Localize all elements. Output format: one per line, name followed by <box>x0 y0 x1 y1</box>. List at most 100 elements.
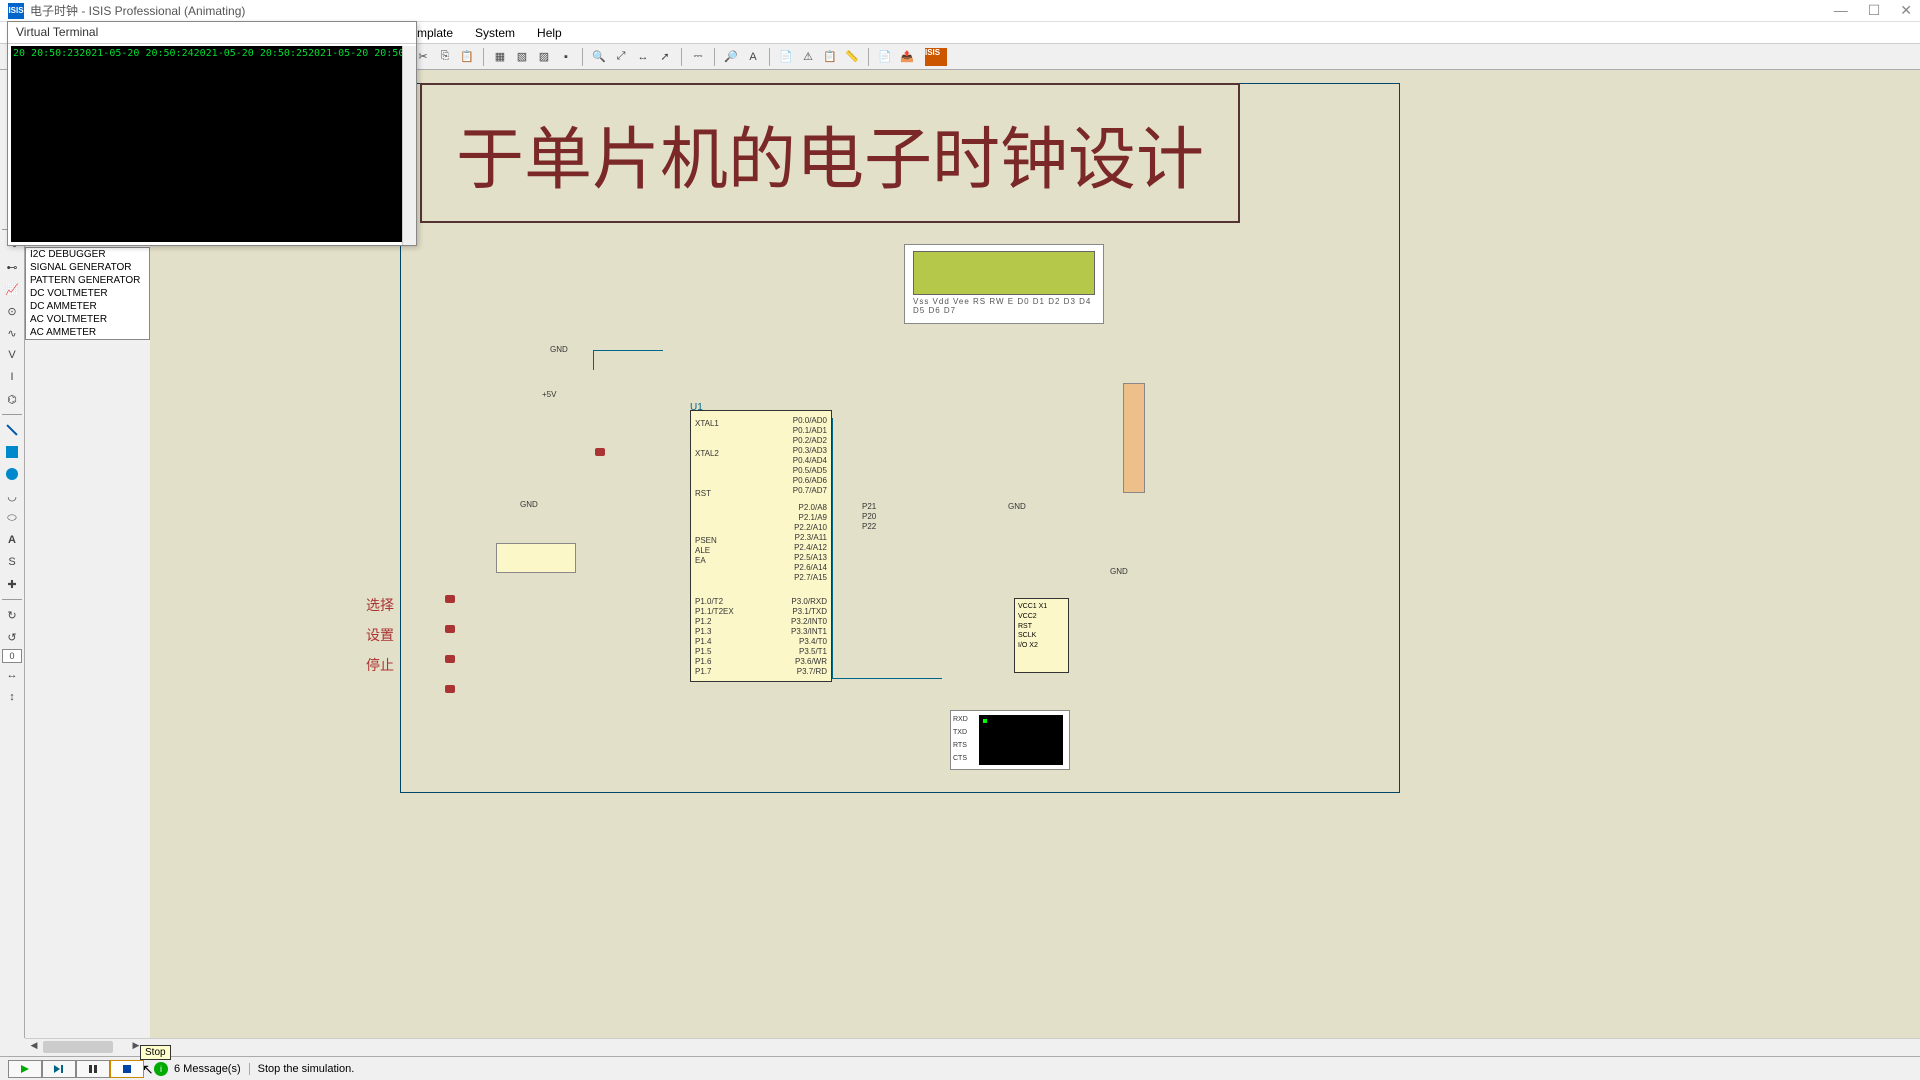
step-button[interactable] <box>42 1060 76 1078</box>
wire <box>593 350 663 351</box>
virtual-terminal-window[interactable]: Virtual Terminal 20 20:50:232021-05-20 2… <box>7 21 417 246</box>
pin-label: P3.3/INT1 <box>791 627 827 636</box>
pan-icon[interactable]: ↔ <box>633 47 653 67</box>
button-label-set: 设置 <box>366 625 394 645</box>
rotate-cw-icon[interactable]: ↻ <box>1 605 23 625</box>
pin-label: P3.0/RXD <box>791 597 827 606</box>
zoom-extents-icon[interactable]: ⤢ <box>611 47 631 67</box>
pushbutton[interactable] <box>445 595 455 603</box>
pin-label: EA <box>695 556 706 565</box>
list-item[interactable]: PATTERN GENERATOR <box>26 274 149 287</box>
list-item[interactable]: AC AMMETER <box>26 326 149 339</box>
pin-label: P3.7/RD <box>797 667 827 676</box>
report-icon[interactable]: 📄 <box>875 47 895 67</box>
message-count[interactable]: 6 Message(s) <box>174 1063 241 1075</box>
minimize-button[interactable]: — <box>1834 2 1848 19</box>
scroll-left-icon[interactable]: ◀ <box>27 1040 41 1054</box>
play-button[interactable] <box>8 1060 42 1078</box>
serial-terminal[interactable]: RXD TXD RTS CTS <box>950 710 1070 770</box>
p22-label: P22 <box>862 522 876 531</box>
mcu-chip[interactable]: XTAL1 XTAL2 RST PSEN ALE EA P1.0/T2 P1.1… <box>690 410 832 682</box>
export-icon[interactable]: 📤 <box>897 47 917 67</box>
menu-help[interactable]: Help <box>533 24 566 42</box>
block-move-icon[interactable]: ▧ <box>512 47 532 67</box>
horizontal-scrollbar[interactable]: ◀ ▶ <box>25 1038 1920 1056</box>
terminal-output: 20 20:50:232021-05-20 20:50:242021-05-20… <box>11 46 402 242</box>
pin-label: P1.2 <box>695 617 711 626</box>
block-rotate-icon[interactable]: ▨ <box>534 47 554 67</box>
menu-template[interactable]: mplate <box>413 24 457 42</box>
paste-icon[interactable]: 📋 <box>457 47 477 67</box>
block-copy-icon[interactable]: ▦ <box>490 47 510 67</box>
find-icon[interactable]: 🔎 <box>721 47 741 67</box>
scroll-thumb[interactable] <box>43 1041 113 1053</box>
title-banner: 于单片机的电子时钟设计 <box>420 83 1240 223</box>
cursor-icon[interactable]: ➚ <box>655 47 675 67</box>
generator-tool-icon[interactable]: ∿ <box>1 323 23 343</box>
pushbutton[interactable] <box>445 655 455 663</box>
bom-icon[interactable]: 📋 <box>820 47 840 67</box>
instrument-tool-icon[interactable]: ⌬ <box>1 389 23 409</box>
gnd-label: GND <box>1110 567 1128 576</box>
erc-icon[interactable]: ⚠ <box>798 47 818 67</box>
rtc-chip[interactable]: VCC1 X1 VCC2 RST SCLK I/O X2 <box>1014 598 1069 673</box>
close-button[interactable]: ✕ <box>1900 2 1912 19</box>
ruler-icon[interactable]: 📏 <box>842 47 862 67</box>
marker-tool-icon[interactable]: ✚ <box>1 574 23 594</box>
pin-label: P2.7/A15 <box>794 573 827 582</box>
pause-button[interactable] <box>76 1060 110 1078</box>
pushbutton[interactable] <box>445 685 455 693</box>
netlist-icon[interactable]: 📄 <box>776 47 796 67</box>
pin-label: ALE <box>695 546 710 555</box>
pin-label: P0.0/AD0 <box>793 416 827 425</box>
arc-tool-icon[interactable]: ◡ <box>1 486 23 506</box>
stop-button[interactable] <box>110 1060 144 1078</box>
zoom-icon[interactable]: 🔍 <box>589 47 609 67</box>
pin-tool-icon[interactable]: ⊷ <box>1 257 23 277</box>
pin-label: P0.1/AD1 <box>793 426 827 435</box>
info-icon[interactable]: i <box>154 1062 168 1076</box>
probe-i-icon[interactable]: I <box>1 367 23 387</box>
list-item[interactable]: DC AMMETER <box>26 300 149 313</box>
list-item[interactable]: DC VOLTMETER <box>26 287 149 300</box>
probe-v-icon[interactable]: V <box>1 345 23 365</box>
line-tool-icon[interactable] <box>1 420 23 440</box>
title-text: 于单片机的电子时钟设计 <box>456 104 1204 203</box>
text-2d-icon[interactable]: A <box>1 530 23 550</box>
connector-block[interactable] <box>1123 383 1145 493</box>
isis-logo-icon[interactable]: ISIS <box>925 48 947 66</box>
terminal-titlebar[interactable]: Virtual Terminal <box>8 22 416 44</box>
pin-label: P1.4 <box>695 637 711 646</box>
block-delete-icon[interactable]: ▪ <box>556 47 576 67</box>
pushbutton[interactable] <box>595 448 605 456</box>
circle-tool-icon[interactable] <box>1 464 23 484</box>
pin-label: P2.0/A8 <box>799 503 827 512</box>
angle-input[interactable]: 0 <box>2 649 22 663</box>
maximize-button[interactable]: ☐ <box>1868 2 1881 19</box>
list-item[interactable]: SIGNAL GENERATOR <box>26 261 149 274</box>
terminal-scrollbar[interactable] <box>402 46 416 245</box>
wire-tool-icon[interactable]: ⎓ <box>688 47 708 67</box>
menu-system[interactable]: System <box>471 24 519 42</box>
serial-cursor <box>983 719 987 723</box>
pin-label: P0.5/AD5 <box>793 466 827 475</box>
tooltip: Stop <box>140 1045 171 1060</box>
symbol-tool-icon[interactable]: S <box>1 552 23 572</box>
path-tool-icon[interactable]: ⬭ <box>1 508 23 528</box>
list-item[interactable]: AC VOLTMETER <box>26 313 149 326</box>
pushbutton[interactable] <box>445 625 455 633</box>
resistor-network[interactable] <box>496 543 576 573</box>
serial-labels: RXD TXD RTS CTS <box>953 713 968 765</box>
flip-v-icon[interactable]: ↕ <box>1 687 23 707</box>
text-search-icon[interactable]: A <box>743 47 763 67</box>
box-tool-icon[interactable] <box>1 442 23 462</box>
pin-label: P3.4/T0 <box>799 637 827 646</box>
copy-icon[interactable]: ⎘ <box>435 47 455 67</box>
chip-pin-line: VCC2 <box>1018 612 1065 622</box>
graph-tool-icon[interactable]: 📈 <box>1 279 23 299</box>
rotate-ccw-icon[interactable]: ↺ <box>1 627 23 647</box>
lcd-component[interactable]: Vss Vdd Vee RS RW E D0 D1 D2 D3 D4 D5 D6… <box>904 244 1104 324</box>
tape-tool-icon[interactable]: ⊙ <box>1 301 23 321</box>
list-item[interactable]: I2C DEBUGGER <box>26 248 149 261</box>
flip-h-icon[interactable]: ↔ <box>1 665 23 685</box>
